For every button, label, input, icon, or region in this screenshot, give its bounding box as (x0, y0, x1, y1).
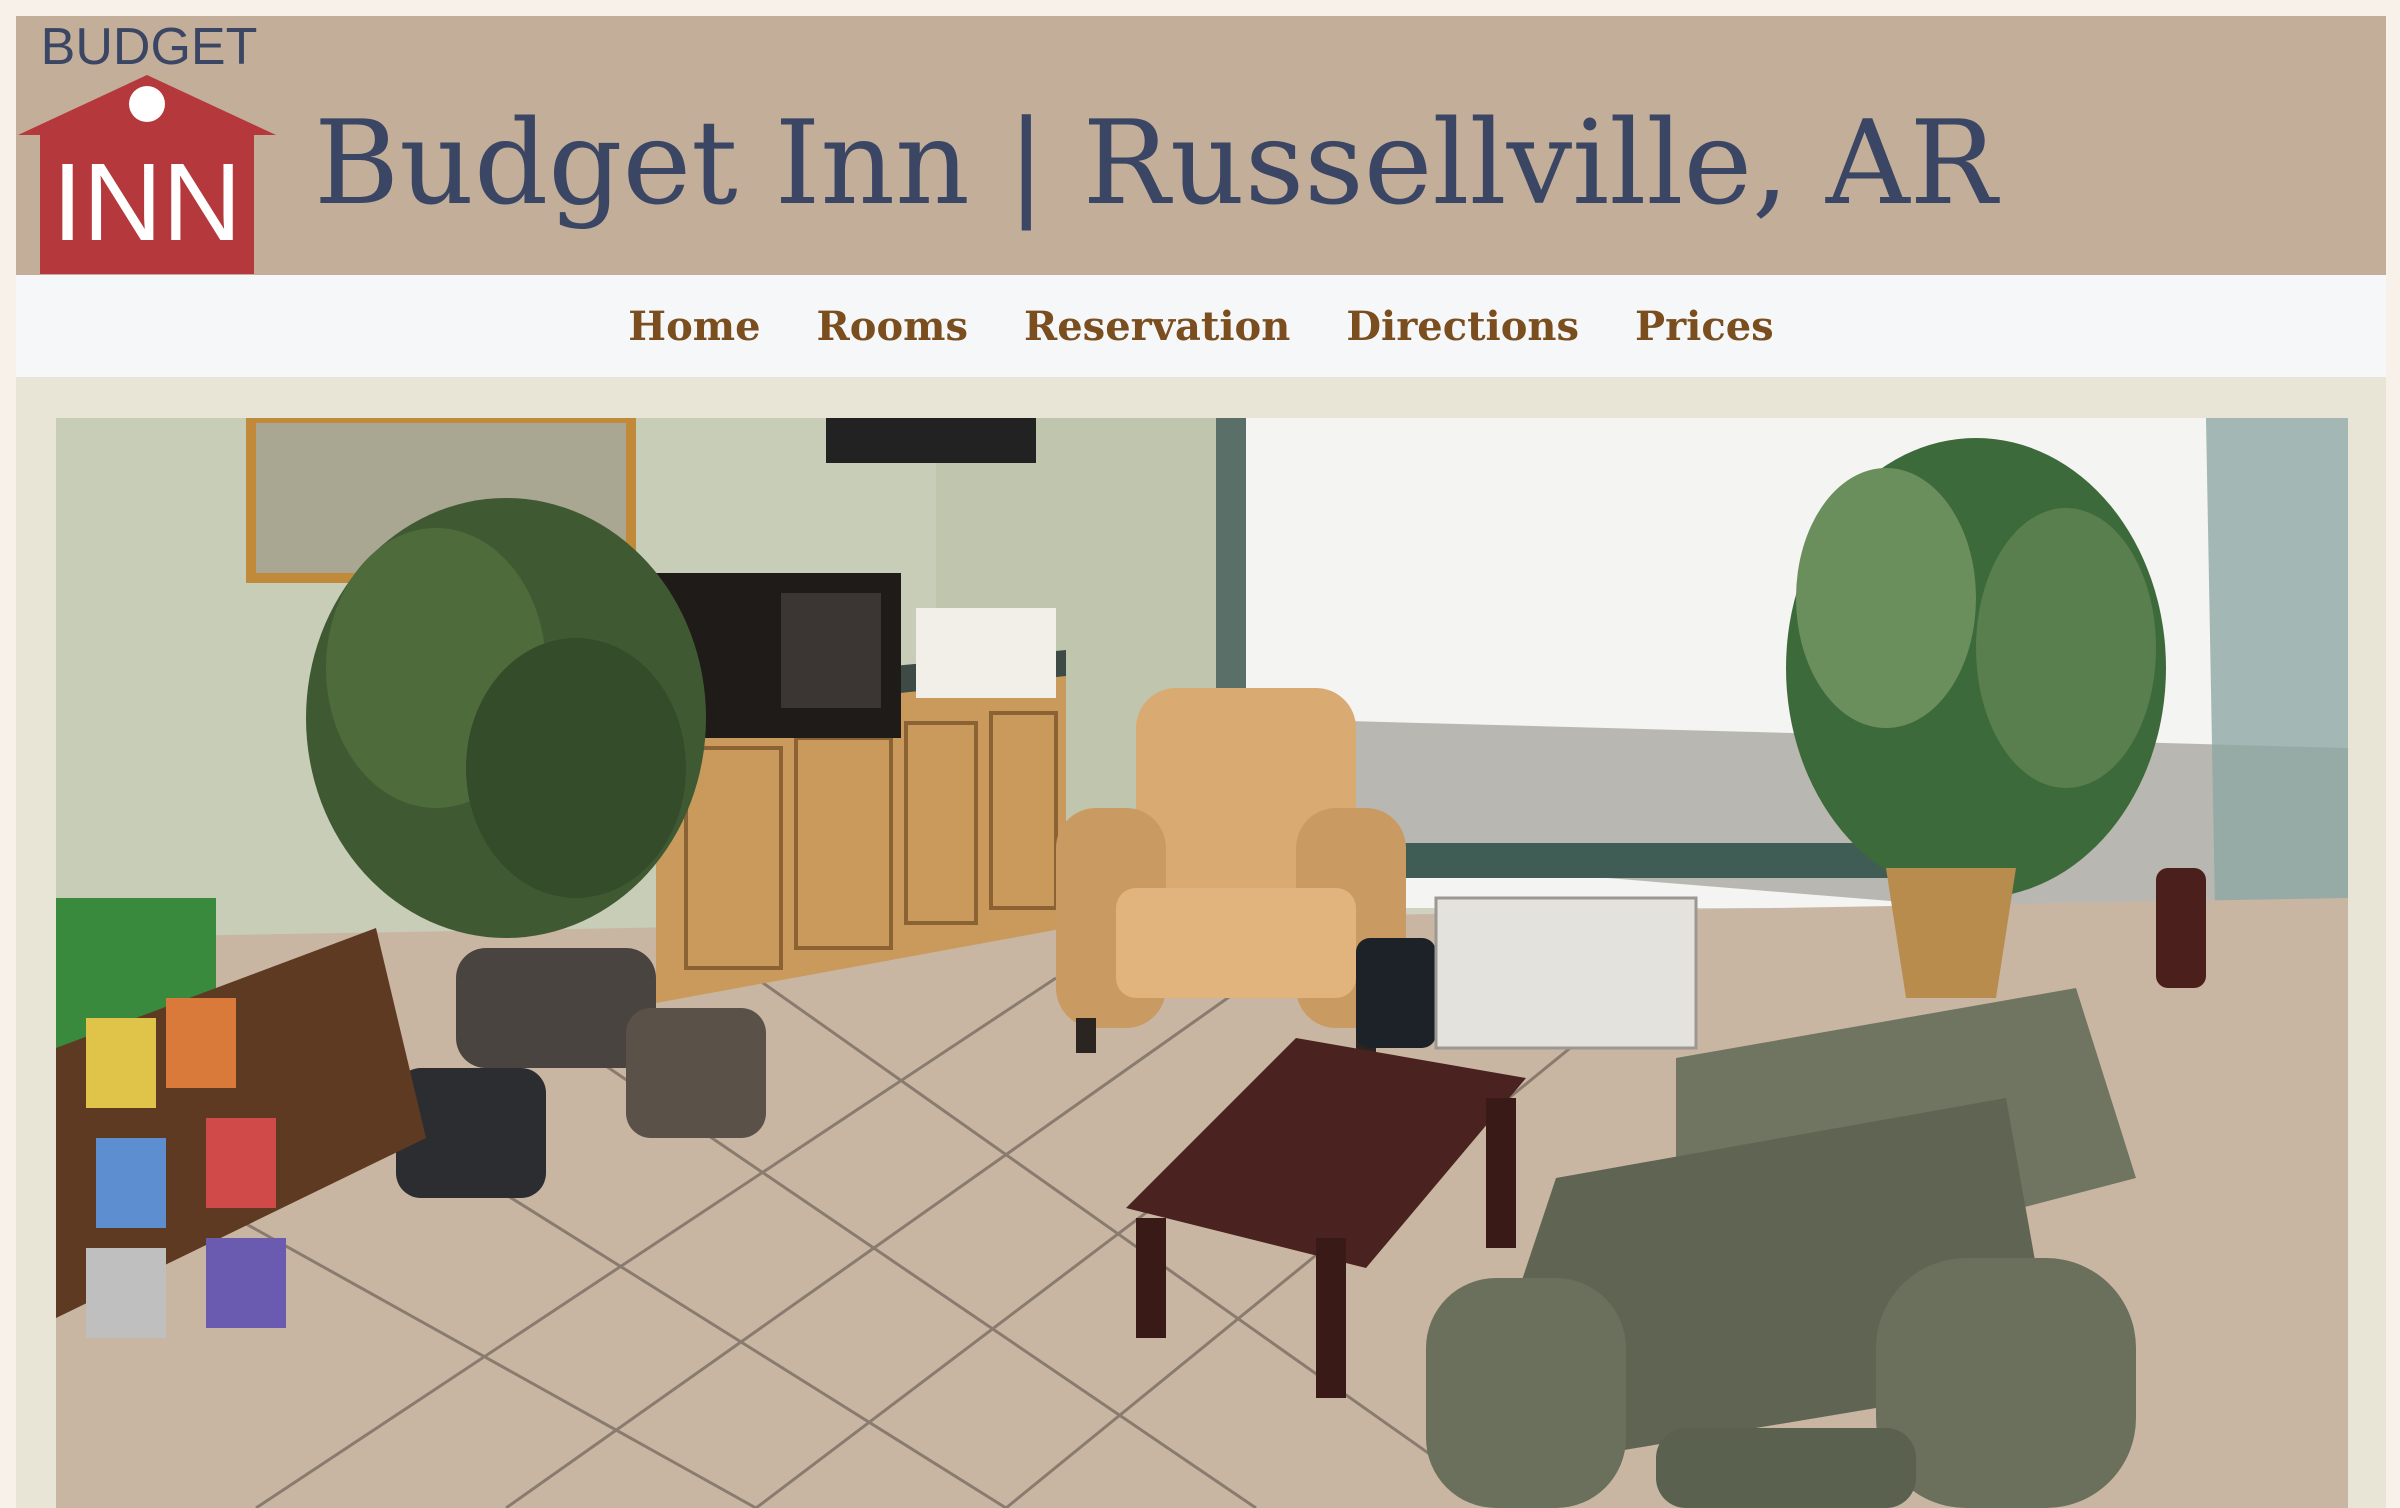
site-title: Budget Inn | Russellville, AR (314, 96, 1997, 231)
logo-main-text: INN (52, 141, 241, 264)
budget-inn-logo[interactable]: BUDGET INN (18, 18, 276, 276)
nav-home[interactable]: Home (628, 303, 760, 350)
lobby-illustration (56, 418, 2348, 1508)
lobby-photo (56, 418, 2348, 1508)
tv (826, 418, 1036, 463)
site-header: BUDGET INN Budget Inn | Russellville, AR (16, 16, 2386, 275)
ac-unit (1434, 896, 1698, 1050)
nav-prices[interactable]: Prices (1635, 303, 1774, 350)
vase (2156, 868, 2206, 988)
towels (916, 608, 1056, 698)
nav-directions[interactable]: Directions (1346, 303, 1579, 350)
nav-rooms[interactable]: Rooms (817, 303, 968, 350)
trash-can (1356, 938, 1436, 1048)
logo-top-text: BUDGET (41, 18, 258, 76)
nav-reservation[interactable]: Reservation (1024, 303, 1290, 350)
main-nav: Home Rooms Reservation Directions Prices (16, 275, 2386, 377)
